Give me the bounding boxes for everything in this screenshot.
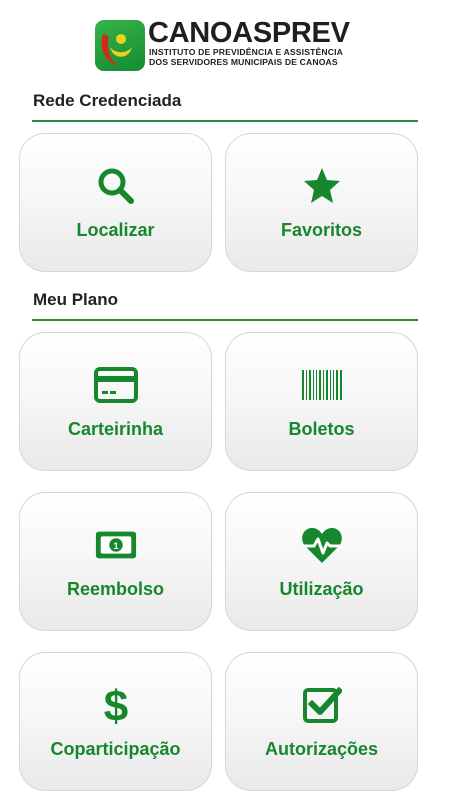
section-divider (32, 319, 418, 321)
carteirinha-button[interactable]: Carteirinha (19, 332, 212, 471)
brand-subtitle-line2: DOS SERVIDORES MUNICIPAIS DE CANOAS (149, 57, 338, 67)
coparticipacao-button[interactable]: $ Coparticipação (19, 652, 212, 791)
boletos-button[interactable]: Boletos (225, 332, 418, 471)
svg-text:$: $ (103, 683, 127, 727)
autorizacoes-button[interactable]: Autorizações (225, 652, 418, 791)
favoritos-button[interactable]: Favoritos (225, 133, 418, 272)
checkbox-icon (300, 683, 344, 727)
reembolso-button[interactable]: 1 Reembolso (19, 492, 212, 631)
brand-title: CANOASPREV (148, 17, 350, 49)
brand-subtitle: INSTITUTO DE PREVIDÊNCIA E ASSISTÊNCIA D… (149, 47, 343, 67)
svg-text:1: 1 (113, 541, 119, 552)
section-title-meu-plano: Meu Plano (33, 290, 119, 309)
autorizacoes-label: Autorizações (264, 739, 379, 759)
boletos-label: Boletos (288, 419, 355, 439)
favoritos-label: Favoritos (280, 220, 363, 240)
reembolso-label: Reembolso (66, 579, 165, 599)
localizar-button[interactable]: Localizar (19, 133, 212, 272)
barcode-icon (300, 363, 344, 407)
app-header: CANOASPREV INSTITUTO DE PREVIDÊNCIA E AS… (0, 0, 450, 80)
search-icon (94, 164, 138, 208)
star-icon (300, 164, 344, 208)
brand-subtitle-line1: INSTITUTO DE PREVIDÊNCIA E ASSISTÊNCIA (149, 47, 343, 57)
dollar-icon: $ (94, 683, 138, 727)
card-icon (93, 363, 138, 407)
section-title-rede-credenciada: Rede Credenciada (33, 91, 182, 110)
utilizacao-button[interactable]: Utilização (225, 492, 418, 631)
section-divider (32, 120, 418, 122)
coparticipacao-label: Coparticipação (50, 739, 181, 759)
heartbeat-icon (300, 523, 344, 567)
money-icon: 1 (94, 523, 138, 567)
localizar-label: Localizar (76, 220, 155, 240)
utilizacao-label: Utilização (279, 579, 364, 599)
canoasprev-logo-icon (95, 20, 145, 71)
carteirinha-label: Carteirinha (67, 419, 164, 439)
